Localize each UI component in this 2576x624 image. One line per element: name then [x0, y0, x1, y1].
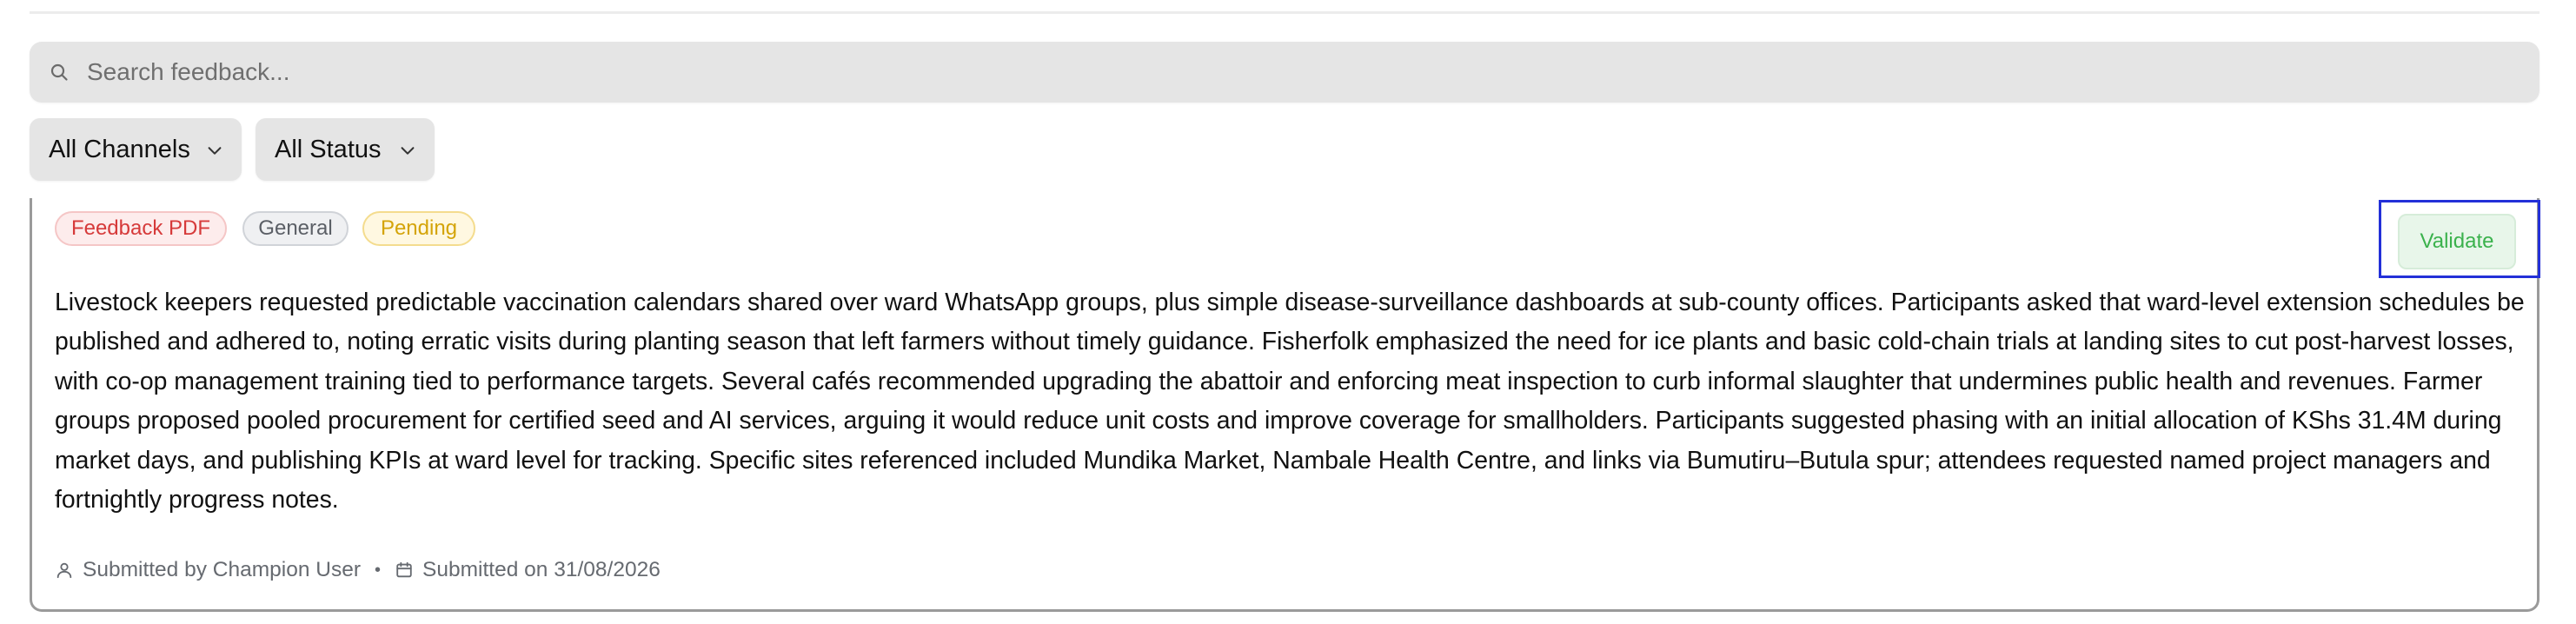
chevron-down-icon	[208, 147, 222, 155]
source-badge: Feedback PDF	[55, 211, 227, 246]
submitted-on: Submitted on 31/08/2026	[422, 558, 661, 581]
status-filter-dropdown[interactable]: All Status	[256, 118, 435, 181]
channel-filter-label: All Channels	[49, 135, 190, 163]
status-filter-label: All Status	[275, 135, 382, 163]
chevron-down-icon	[401, 147, 415, 155]
meta-separator: •	[375, 560, 382, 580]
validate-button[interactable]: Validate	[2398, 214, 2516, 269]
feedback-text: Livestock keepers requested predictable …	[55, 289, 2525, 514]
status-badge: Pending	[362, 211, 475, 246]
feedback-page: All Channels All Status Feedback PDF Gen…	[0, 0, 2576, 624]
divider	[30, 11, 2539, 14]
submitted-by: Submitted by Champion User	[83, 558, 362, 581]
search-bar[interactable]	[30, 42, 2539, 103]
search-input[interactable]	[87, 42, 2512, 103]
submission-meta: Submitted by Champion User • Submitted o…	[55, 554, 661, 586]
calendar-icon	[396, 561, 412, 578]
channel-filter-dropdown[interactable]: All Channels	[30, 118, 242, 181]
user-icon	[56, 562, 72, 579]
search-icon	[50, 63, 68, 81]
feedback-card: Feedback PDF General Pending Validate Li…	[30, 198, 2540, 612]
category-badge: General	[242, 211, 349, 246]
